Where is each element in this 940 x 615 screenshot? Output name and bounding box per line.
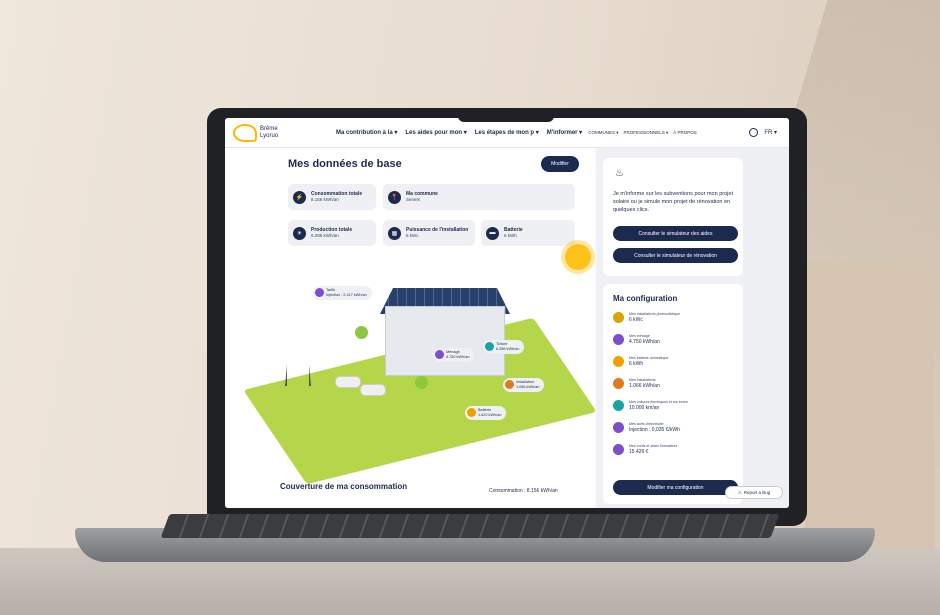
energy-illustration: Tarifs Injection : 2.417 kWh/an Ménage 4.7… [243, 244, 597, 485]
sun-icon: ☀ [293, 226, 306, 240]
config-item-car[interactable]: Mes voitures électriques et ma borne 10.0… [613, 400, 688, 411]
tree-illustration [415, 376, 428, 389]
info-icon[interactable] [749, 128, 759, 137]
config-value: 6 kWh [629, 360, 644, 367]
bubble-value: 1.066 kWh/an [516, 385, 540, 389]
card-value: 6 kWc [406, 233, 419, 238]
config-item-costs[interactable]: Mes coûts et aides financières 15.426 € [613, 444, 677, 455]
piggy-bank-icon: ♨ [615, 168, 624, 179]
config-value: 15.426 € [629, 448, 649, 455]
config-value: 4.750 kWh/an [629, 338, 660, 345]
sun-illustration [565, 244, 591, 270]
modify-config-button[interactable]: Modifier ma configuration [613, 480, 738, 495]
car-icon [613, 400, 624, 411]
card-value: Senem [406, 197, 421, 202]
config-panel: Ma configuration Mes installations photo… [603, 284, 743, 504]
config-item-battery[interactable]: Mes batterie domestique 6 kWh [613, 356, 668, 367]
card-value: 8.156 kWh/an [311, 197, 339, 202]
section-title: Couverture de ma consommation [280, 482, 408, 491]
config-title: Ma configuration [613, 294, 678, 303]
solar-panel-icon [613, 312, 624, 323]
config-item-tariff[interactable]: Mes tarifs d'électricité Injection : 0,03… [613, 422, 680, 433]
household-icon [435, 350, 444, 359]
card-value: 6 kWh [504, 233, 517, 238]
card-battery: ▬ Batterie 6 kWh [481, 220, 575, 246]
bubble-tarifs[interactable]: Tarifs Injection : 2.417 kWh/an [313, 286, 372, 300]
background-blocks [805, 262, 935, 552]
aides-simulator-button[interactable]: Consulter le simulateur des aides [613, 226, 738, 241]
nav-right: FR ▾ [749, 128, 777, 137]
battery-icon [613, 356, 624, 367]
promo-panel: ♨ Je m'informe sur les subventions pour … [603, 158, 743, 276]
camera-notch [458, 108, 554, 122]
nav-item-contribution[interactable]: Ma contribution à la ▾ [336, 129, 397, 136]
location-icon: 📍 [388, 190, 401, 204]
logo-icon[interactable] [233, 123, 257, 142]
bubble-value: 6.286 kWh/an [496, 347, 520, 351]
nav-item-professionnels[interactable]: PROFESSIONNELS ▾ [623, 130, 668, 136]
bubble-batterie[interactable]: Batterie 1.620 kWh/an [465, 406, 507, 420]
card-consumption: ⚡ Consommation totale 8.156 kWh/an [288, 184, 376, 210]
car-illustration [335, 376, 361, 388]
tree-illustration [355, 326, 368, 339]
installation-icon [505, 380, 514, 389]
config-value: Injection : 0,035 €/kWh [629, 426, 680, 433]
bubble-toiture[interactable]: Toiture 6.286 kWh/an [483, 340, 525, 354]
logo-text[interactable]: Brême Lyoruo [260, 126, 286, 140]
report-bug-label: Report a Bug [743, 490, 771, 495]
bubble-value: Injection : 2.417 kWh/an [326, 293, 367, 297]
nav-item-aides[interactable]: Les aides pour mon ▾ [405, 129, 466, 136]
roof-icon [485, 342, 494, 351]
money-icon [613, 444, 624, 455]
page-title: Mes données de base [288, 158, 402, 170]
nav-item-a-propos[interactable]: À PROPOS [673, 130, 697, 136]
card-commune: 📍 Ma commune Senem [383, 184, 575, 210]
installation-icon [613, 378, 624, 389]
report-bug-button[interactable]: ⚠ Report a Bug [725, 486, 783, 499]
config-value: 1.066 kWh/an [629, 382, 660, 389]
tarif-icon [315, 288, 324, 297]
battery-icon: ▬ [486, 226, 499, 240]
card-value: 6.286 kWh/an [311, 233, 339, 238]
renovation-simulator-button[interactable]: Consulter le simulateur de rénovation [613, 248, 738, 263]
nav-item-communes[interactable]: COMMUNES ▾ [588, 130, 618, 136]
laptop-screen: Brême Lyoruo Ma contribution à la ▾ Les … [225, 118, 789, 508]
tariff-icon [613, 422, 624, 433]
config-item-pv[interactable]: Mes installations photovoltaïque 6 kWc [613, 312, 680, 323]
modify-button[interactable]: Modifier [541, 156, 579, 172]
bubble-menage[interactable]: Ménage 4.750 kWh/an [433, 348, 475, 362]
config-value: 10.000 km/an [629, 404, 660, 411]
laptop-keyboard [160, 514, 780, 538]
bug-icon: ⚠ [737, 489, 742, 495]
nav-item-informer[interactable]: M'informer ▾ [547, 129, 582, 136]
panel-icon: ▦ [388, 226, 401, 240]
language-selector[interactable]: FR ▾ [764, 129, 777, 136]
secondary-nav: COMMUNES ▾ PROFESSIONNELS ▾ À PROPOS [588, 130, 697, 136]
bubble-value: 1.620 kWh/an [478, 413, 502, 417]
nav-item-etapes[interactable]: Les étapes de mon p ▾ [475, 129, 539, 136]
consumption-summary: Consommation : 8.156 kWh/an [489, 488, 558, 494]
top-navbar: Brême Lyoruo Ma contribution à la ▾ Les … [225, 118, 789, 148]
config-item-menage[interactable]: Mes ménage 4.750 kWh/an [613, 334, 660, 345]
household-icon [613, 334, 624, 345]
config-value: 6 kWc [629, 316, 643, 323]
card-power: ▦ Puissance de l'installation 6 kWc [383, 220, 475, 246]
power-pylon-illustration [285, 276, 311, 386]
bubble-value: 4.750 kWh/an [446, 355, 470, 359]
bubble-installation[interactable]: Installation 1.066 kWh/an [503, 378, 545, 392]
card-production: ☀ Production totale 6.286 kWh/an [288, 220, 376, 246]
config-item-installation[interactable]: Mes installations 1.066 kWh/an [613, 378, 660, 389]
main-nav: Ma contribution à la ▾ Les aides pour mo… [336, 129, 582, 136]
promo-text: Je m'informe sur les subventions pour mo… [613, 191, 733, 213]
battery-icon [467, 408, 476, 417]
bolt-icon: ⚡ [293, 190, 306, 204]
sidebar: ♨ Je m'informe sur les subventions pour … [597, 148, 789, 508]
car-illustration [360, 384, 386, 396]
main-content: Mes données de base Modifier ⚡ Consommat… [225, 148, 597, 508]
